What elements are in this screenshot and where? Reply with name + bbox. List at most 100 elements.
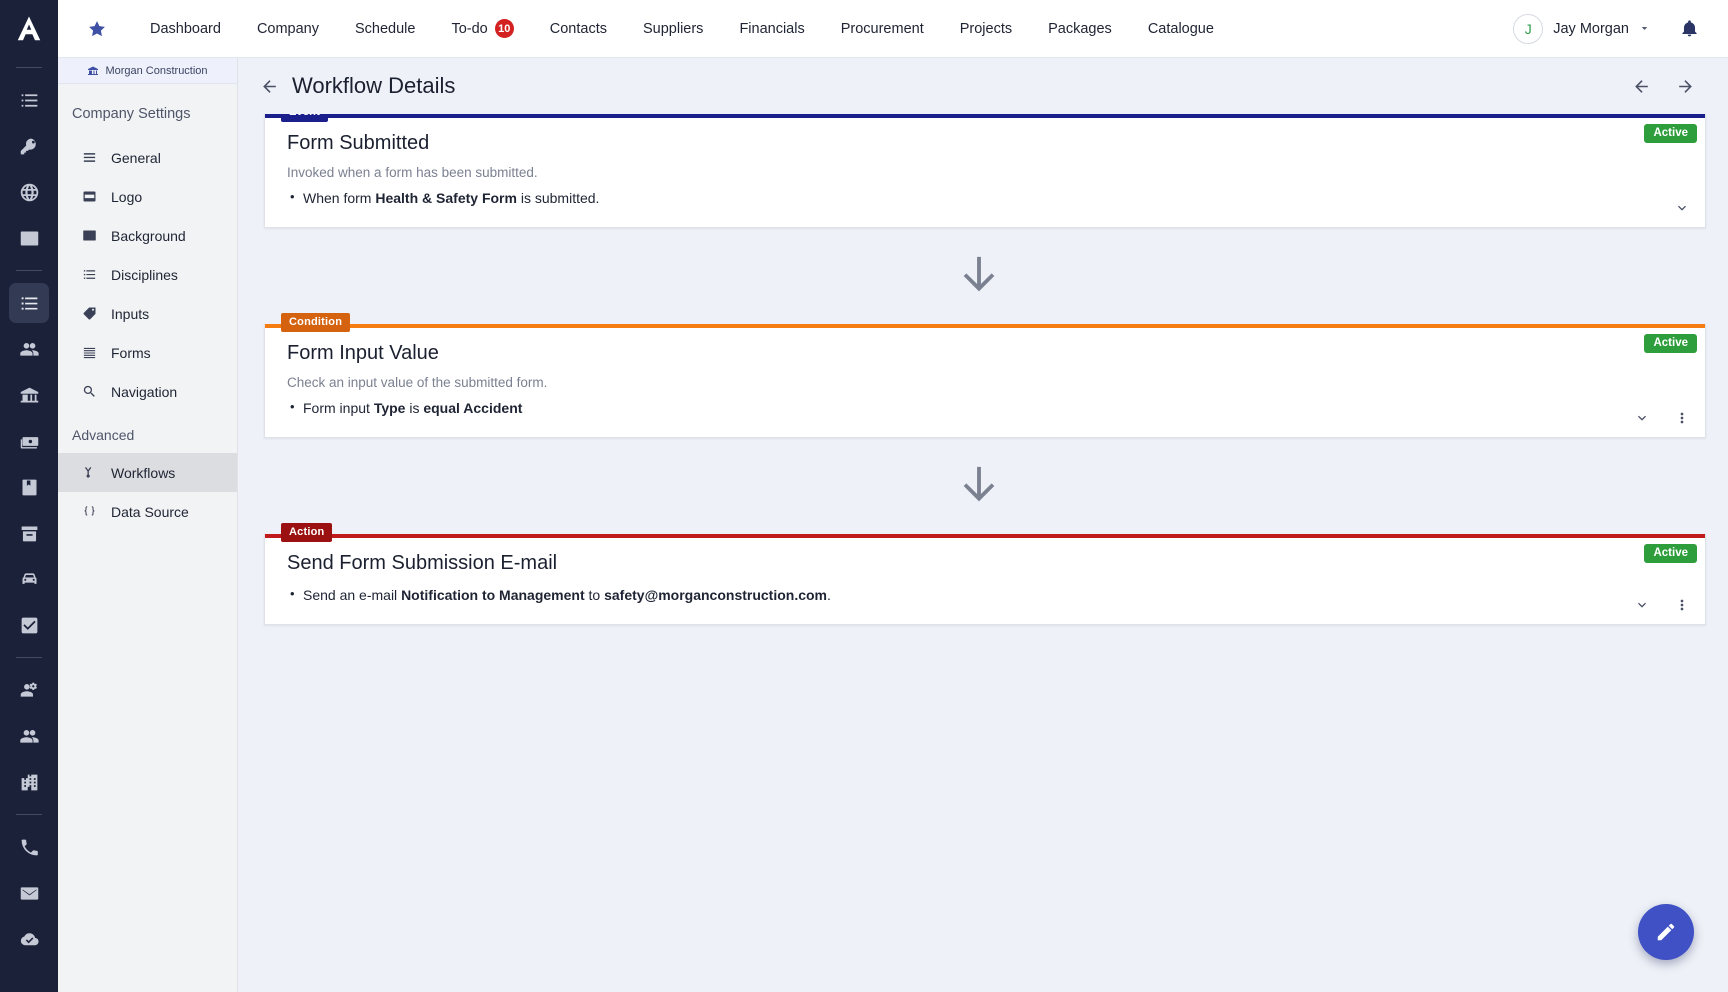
expand-card-button[interactable] — [1629, 592, 1655, 618]
sidebar-item-navigation[interactable]: Navigation — [58, 372, 237, 411]
bell-icon[interactable] — [1672, 12, 1706, 46]
rail-item-list[interactable] — [9, 80, 49, 120]
sidebar-item-workflows[interactable]: Workflows — [58, 453, 237, 492]
lines-icon — [82, 150, 97, 165]
card-summary-list: Form input Type is equal Accident — [287, 398, 1683, 419]
rail-item-payments[interactable] — [9, 421, 49, 461]
card-title: Send Form Submission E-mail — [287, 552, 1683, 575]
card-options-menu-button[interactable] — [1669, 405, 1695, 431]
nav-schedule[interactable]: Schedule — [337, 13, 433, 45]
status-badge: Active — [1644, 124, 1697, 143]
rail-item-buildings[interactable] — [9, 762, 49, 802]
rail-item-globe[interactable] — [9, 172, 49, 212]
main-column: DashboardCompanyScheduleTo-do10ContactsS… — [58, 0, 1728, 992]
list-check-icon — [19, 90, 40, 111]
rail-item-tasks[interactable] — [9, 605, 49, 645]
expand-card-button[interactable] — [1629, 405, 1655, 431]
card-options-menu-button[interactable] — [1669, 592, 1695, 618]
nav-suppliers[interactable]: Suppliers — [625, 13, 721, 45]
brand-logo-icon[interactable] — [0, 0, 58, 58]
user-menu[interactable]: J Jay Morgan — [1513, 14, 1650, 44]
sidebar-item-label: Background — [111, 228, 186, 244]
rail-item-vehicles[interactable] — [9, 559, 49, 599]
workflow-connector — [252, 438, 1706, 534]
cash-icon — [19, 431, 40, 452]
sidebar-item-label: Navigation — [111, 384, 177, 400]
tags-icon — [82, 306, 97, 321]
card-summary-item: Form input Type is equal Accident — [287, 398, 1683, 419]
content-row: Morgan Construction Company Settings Gen… — [58, 58, 1728, 992]
nav-company[interactable]: Company — [239, 13, 337, 45]
search-icon — [82, 384, 97, 399]
rail-item-phone[interactable] — [9, 827, 49, 867]
nav-dashboard[interactable]: Dashboard — [132, 13, 239, 45]
primary-icon-rail — [0, 0, 58, 992]
nav-todo[interactable]: To-do10 — [433, 11, 531, 46]
pencil-icon — [1655, 921, 1677, 943]
nav-projects[interactable]: Projects — [942, 13, 1030, 45]
rail-item-book[interactable] — [9, 467, 49, 507]
key-icon — [19, 136, 40, 157]
edit-workflow-fab[interactable] — [1638, 904, 1694, 960]
sidebar-item-label: Disciplines — [111, 267, 178, 283]
card-summary-list: When form Health & Safety Form is submit… — [287, 188, 1683, 209]
card-body: ActiveSend Form Submission E-mailSend an… — [265, 538, 1705, 624]
expand-card-button[interactable] — [1669, 195, 1695, 221]
rail-item-mail[interactable] — [9, 873, 49, 913]
status-badge: Active — [1644, 334, 1697, 353]
todo-count-badge: 10 — [495, 19, 514, 38]
nav-packages[interactable]: Packages — [1030, 13, 1130, 45]
card-description: Invoked when a form has been submitted. — [287, 165, 1683, 180]
sidebar-item-label: Logo — [111, 189, 142, 205]
workflow-card-action: ActionActiveSend Form Submission E-mailS… — [264, 534, 1706, 625]
organization-chip[interactable]: Morgan Construction — [58, 58, 237, 84]
nav-catalogue[interactable]: Catalogue — [1130, 13, 1232, 45]
card-tools — [1669, 195, 1695, 221]
sidebar-item-logo[interactable]: Logo — [58, 177, 237, 216]
sidebar-item-background[interactable]: Background — [58, 216, 237, 255]
kebab-menu-icon — [1674, 410, 1690, 426]
back-button[interactable] — [252, 69, 286, 103]
rail-item-people[interactable] — [9, 716, 49, 756]
star-icon[interactable] — [80, 12, 114, 46]
organization-label: Morgan Construction — [105, 65, 207, 77]
user-name: Jay Morgan — [1553, 21, 1629, 37]
rail-item-group — [0, 58, 58, 962]
lines-dense-icon — [82, 345, 97, 360]
main-content: Workflow Details EventActiveForm Submitt… — [238, 58, 1728, 992]
people-icon — [19, 726, 40, 747]
branch-icon — [82, 465, 97, 480]
card-summary-item: Send an e-mail Notification to Managemen… — [287, 585, 1683, 606]
sidebar-item-label: Workflows — [111, 465, 175, 481]
page-header: Workflow Details — [238, 58, 1728, 114]
workflow-canvas: EventActiveForm SubmittedInvoked when a … — [238, 114, 1728, 992]
workflow-connector — [252, 228, 1706, 324]
rail-item-users[interactable] — [9, 329, 49, 369]
next-workflow-button[interactable] — [1668, 69, 1702, 103]
arrow-down-icon — [956, 247, 1002, 305]
arrow-left-icon — [1632, 77, 1651, 96]
rail-item-company-settings[interactable] — [9, 283, 49, 323]
globe-icon — [19, 182, 40, 203]
rail-item-workers[interactable] — [9, 670, 49, 710]
image-icon — [82, 228, 97, 243]
rail-item-key[interactable] — [9, 126, 49, 166]
rail-item-image[interactable] — [9, 218, 49, 258]
rail-item-archive[interactable] — [9, 513, 49, 553]
rail-divider — [16, 814, 42, 815]
sidebar-item-data-source[interactable]: Data Source — [58, 492, 237, 531]
nav-procurement[interactable]: Procurement — [823, 13, 942, 45]
sidebar-item-disciplines[interactable]: Disciplines — [58, 255, 237, 294]
nav-contacts[interactable]: Contacts — [532, 13, 625, 45]
rail-item-bank[interactable] — [9, 375, 49, 415]
top-nav-links: DashboardCompanyScheduleTo-do10ContactsS… — [132, 11, 1232, 46]
previous-workflow-button[interactable] — [1624, 69, 1658, 103]
rail-divider — [16, 657, 42, 658]
sidebar-item-inputs[interactable]: Inputs — [58, 294, 237, 333]
sidebar-item-forms[interactable]: Forms — [58, 333, 237, 372]
rail-item-cloud[interactable] — [9, 919, 49, 959]
nav-financials[interactable]: Financials — [721, 13, 822, 45]
rail-divider — [16, 67, 42, 68]
sidebar-section-advanced: Advanced — [58, 411, 237, 453]
sidebar-item-general[interactable]: General — [58, 138, 237, 177]
